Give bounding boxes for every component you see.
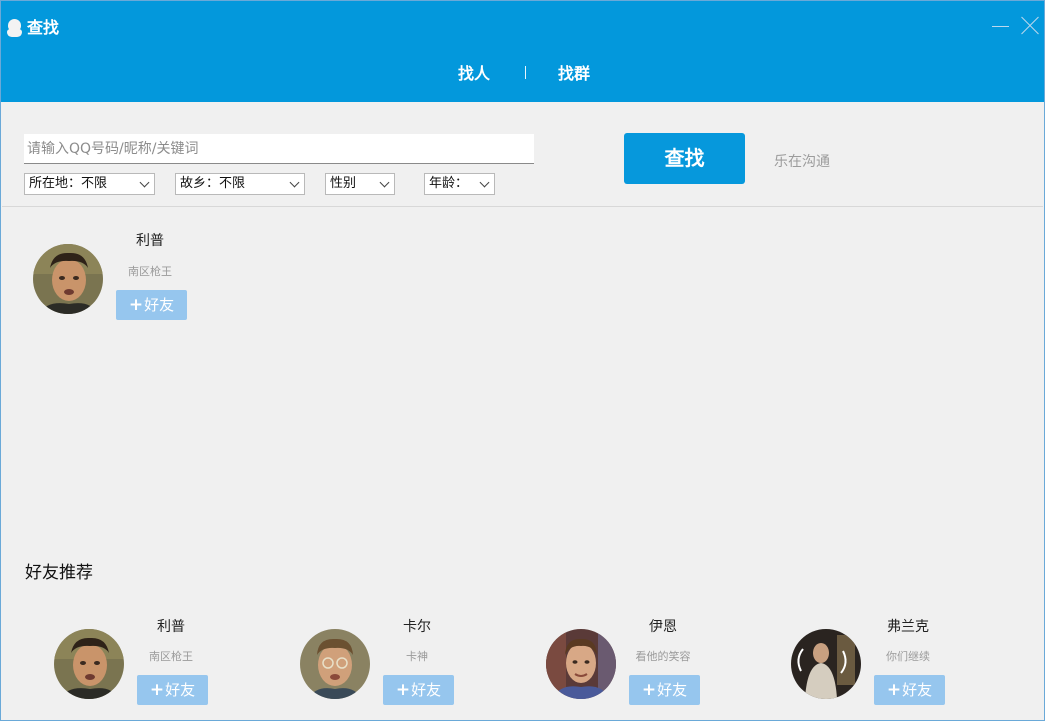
add-friend-label: 好友: [144, 296, 175, 314]
add-friend-button[interactable]: +好友: [116, 290, 187, 320]
plus-icon: +: [886, 680, 902, 700]
gender-dropdown[interactable]: 性别: [325, 173, 395, 195]
add-friend-button[interactable]: +好友: [383, 675, 454, 705]
age-dropdown[interactable]: 年龄：: [424, 173, 495, 195]
add-friend-button[interactable]: +好友: [874, 675, 945, 705]
window-title: 查找: [27, 18, 60, 37]
title-area: 查找: [6, 17, 59, 39]
result-name: 利普: [136, 233, 164, 249]
minimize-icon[interactable]: [990, 13, 1012, 39]
avatar[interactable]: [300, 629, 370, 699]
hometown-dropdown-value: 故乡：不限: [180, 176, 246, 191]
chevron-down-icon: [139, 177, 150, 188]
tab-bar: 找人 找群: [1, 61, 1044, 89]
age-dropdown-value: 年龄：: [429, 176, 469, 191]
recommend-signature: 卡神: [406, 650, 428, 663]
section-divider: [2, 206, 1043, 207]
recommend-name: 卡尔: [403, 619, 431, 635]
title-bar: 查找 找人 找群: [1, 1, 1044, 102]
close-icon[interactable]: [1018, 13, 1040, 39]
tab-separator: [525, 66, 526, 79]
add-friend-label: 好友: [902, 681, 933, 699]
tab-find-people[interactable]: 找人: [458, 61, 490, 87]
add-friend-label: 好友: [657, 681, 688, 699]
add-friend-button[interactable]: +好友: [629, 675, 700, 705]
search-button[interactable]: 查找: [624, 133, 745, 184]
recommend-signature: 你们继续: [886, 650, 930, 663]
location-dropdown-value: 所在地：不限: [29, 176, 108, 191]
plus-icon: +: [641, 680, 657, 700]
recommend-signature: 南区枪王: [149, 650, 193, 663]
avatar[interactable]: [33, 244, 103, 314]
plus-icon: +: [149, 680, 165, 700]
avatar[interactable]: [54, 629, 124, 699]
result-signature: 南区枪王: [128, 265, 172, 278]
tab-find-groups[interactable]: 找群: [558, 61, 590, 87]
recommend-signature: 看他的笑容: [635, 650, 691, 663]
gender-dropdown-value: 性别: [330, 176, 357, 191]
add-friend-label: 好友: [411, 681, 442, 699]
search-input[interactable]: [24, 134, 534, 164]
add-friend-button[interactable]: +好友: [137, 675, 208, 705]
recommend-name: 利普: [157, 619, 185, 635]
avatar[interactable]: [791, 629, 861, 699]
recommend-title: 好友推荐: [25, 563, 93, 583]
avatar[interactable]: [546, 629, 616, 699]
qq-penguin-icon: [6, 18, 23, 38]
chat-link[interactable]: 乐在沟通: [774, 151, 830, 171]
chevron-down-icon: [379, 177, 390, 188]
hometown-dropdown[interactable]: 故乡：不限: [175, 173, 305, 195]
plus-icon: +: [395, 680, 411, 700]
chevron-down-icon: [479, 177, 490, 188]
recommend-name: 伊恩: [649, 619, 677, 635]
chevron-down-icon: [289, 177, 300, 188]
location-dropdown[interactable]: 所在地：不限: [24, 173, 155, 195]
recommend-name: 弗兰克: [887, 619, 929, 635]
find-window: 查找 找人 找群 所在地：不限 故乡：不限 性别 年龄： 查找 乐在沟通: [0, 0, 1045, 721]
plus-icon: +: [128, 295, 144, 315]
add-friend-label: 好友: [165, 681, 196, 699]
